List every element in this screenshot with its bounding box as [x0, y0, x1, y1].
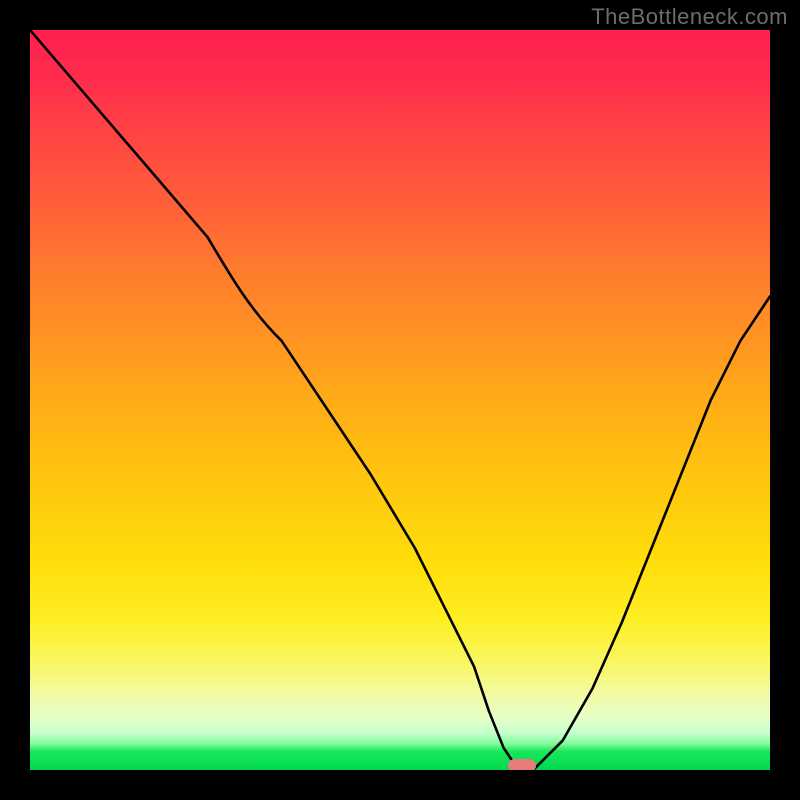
- watermark-text: TheBottleneck.com: [591, 4, 788, 30]
- plot-area: [30, 30, 770, 770]
- curve-layer: [30, 30, 770, 770]
- bottleneck-curve: [30, 30, 770, 770]
- optimal-marker: [508, 759, 536, 770]
- chart-frame: TheBottleneck.com: [0, 0, 800, 800]
